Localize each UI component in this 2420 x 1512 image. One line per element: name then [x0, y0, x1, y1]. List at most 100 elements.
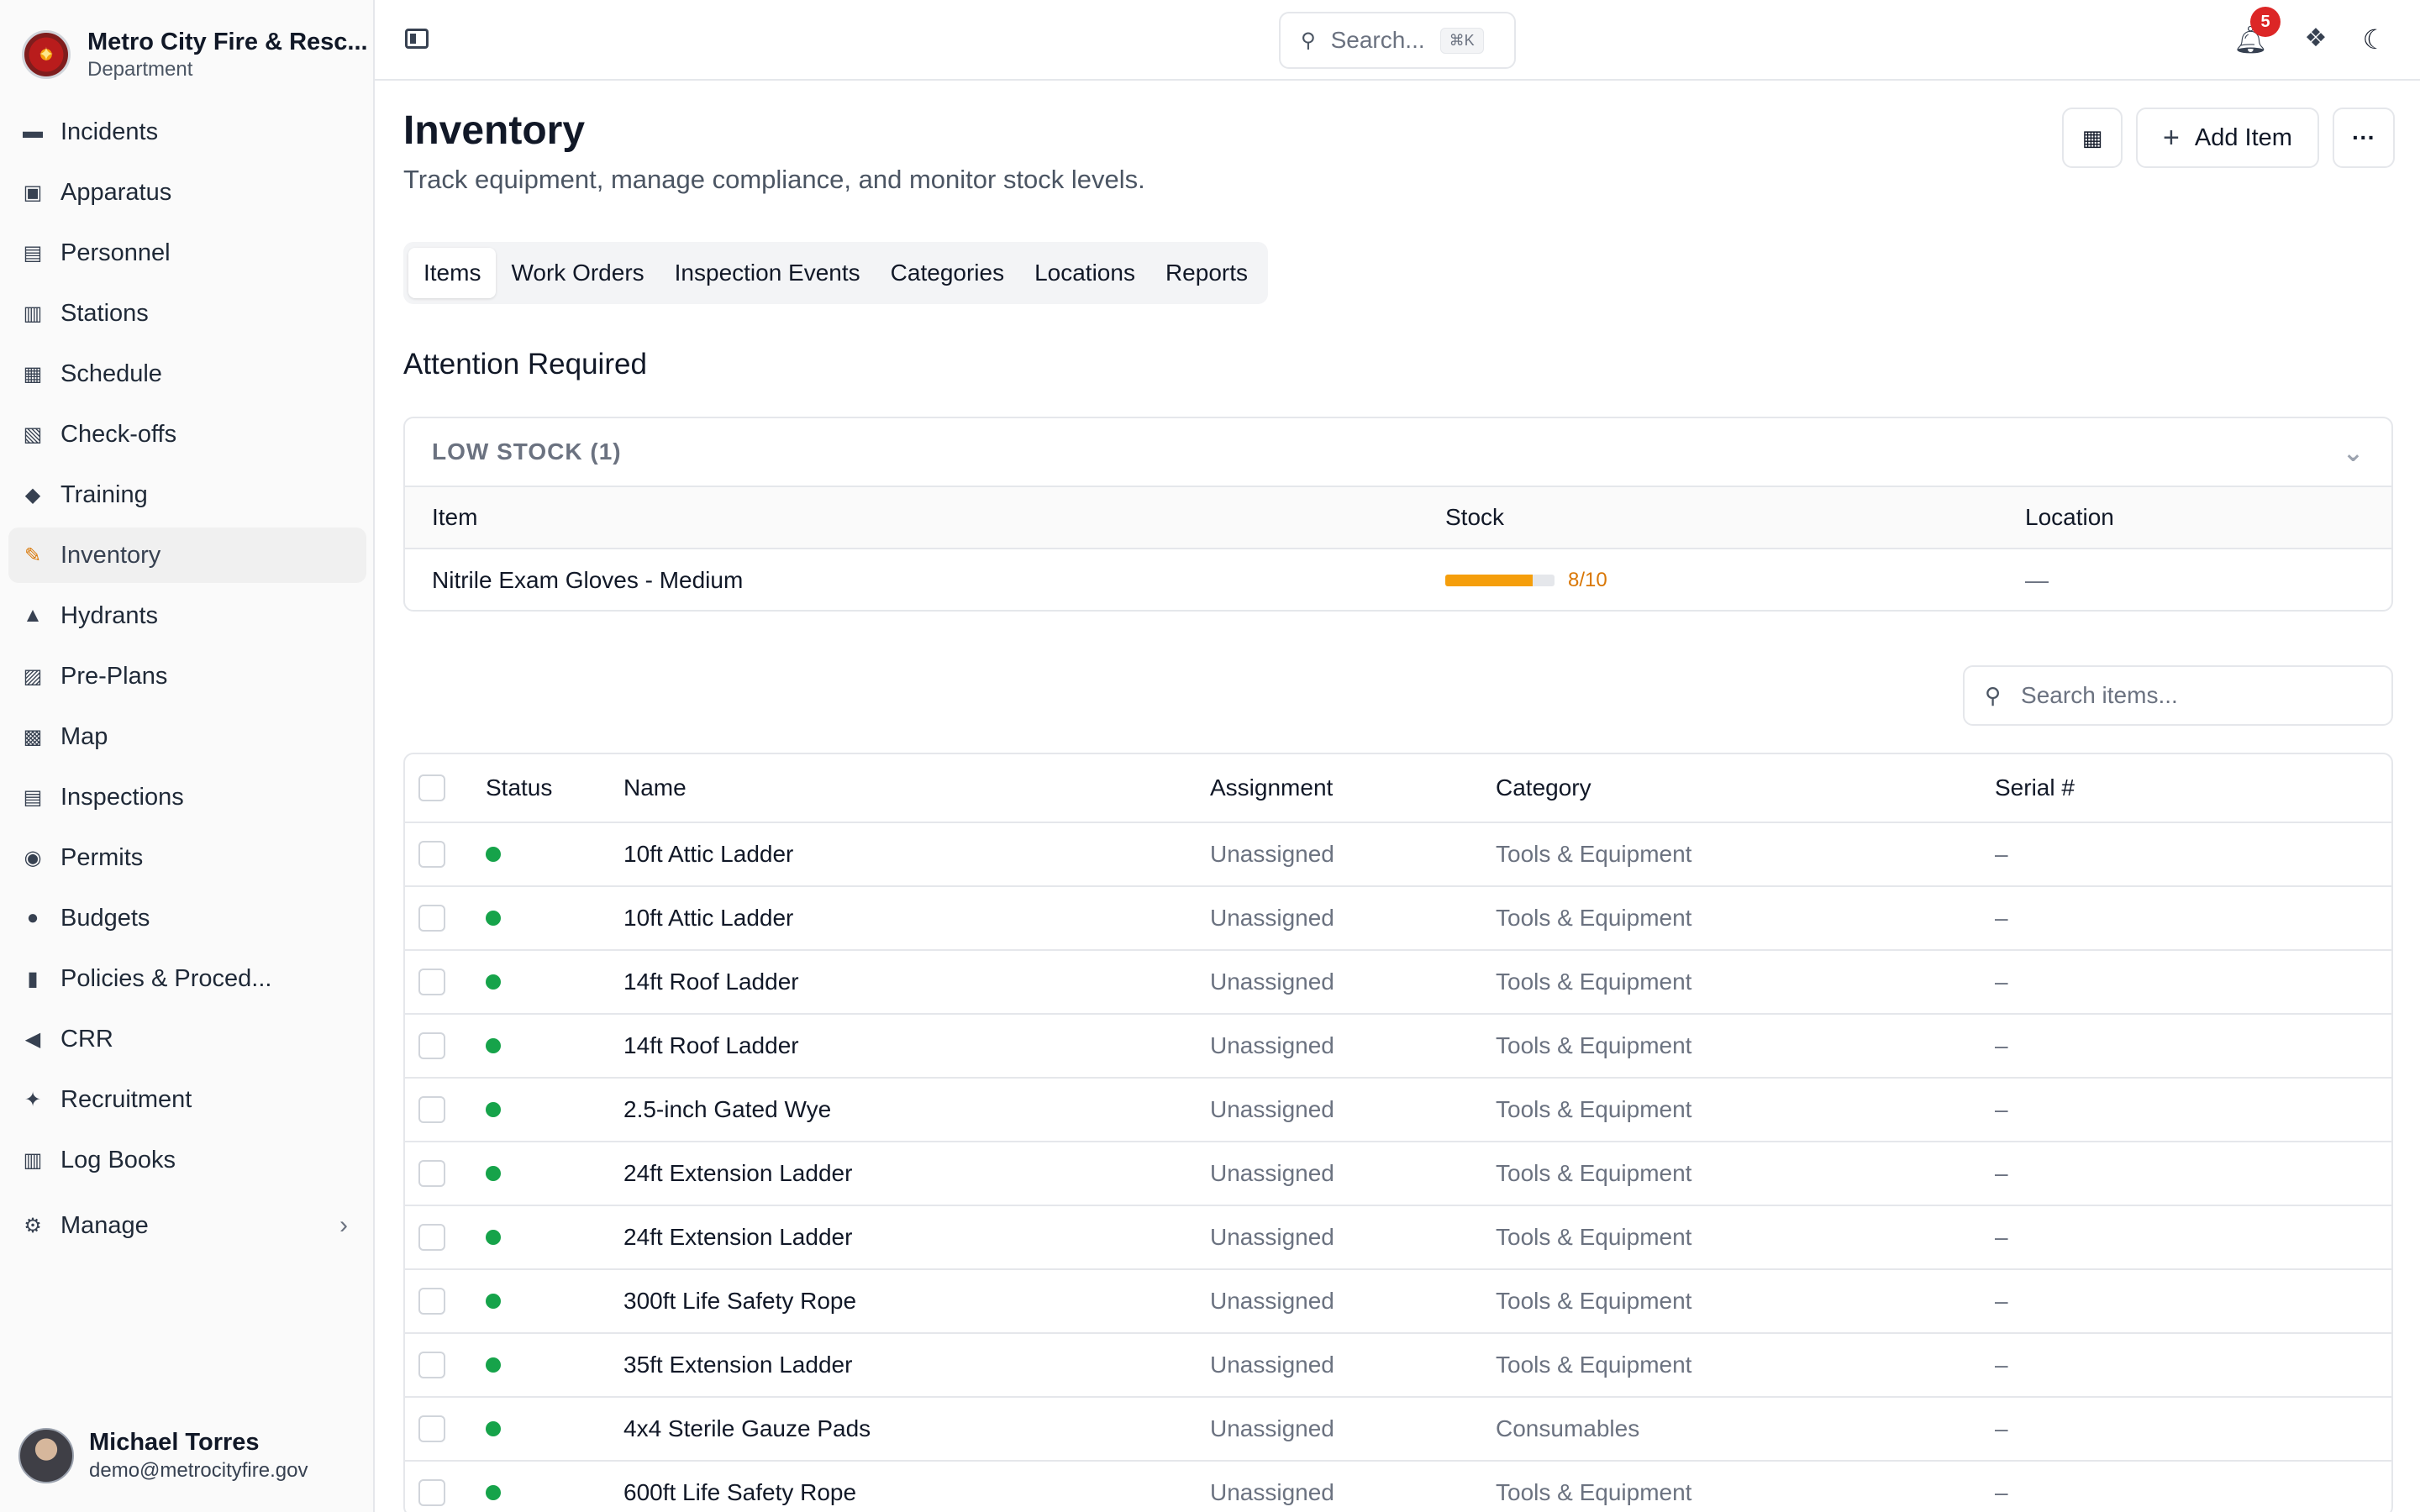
low-stock-row[interactable]: Nitrile Exam Gloves - Medium 8/10 —: [405, 549, 2391, 610]
tab-work-orders[interactable]: Work Orders: [496, 248, 659, 298]
sidebar-item-recruitment[interactable]: ✦ Recruitment: [8, 1072, 366, 1127]
tab-reports[interactable]: Reports: [1150, 248, 1263, 298]
sidebar-item-pre-plans[interactable]: ▨ Pre-Plans: [8, 648, 366, 704]
sidebar-toggle-icon[interactable]: [405, 29, 429, 49]
row-select-cell: [418, 823, 445, 885]
row-checkbox[interactable]: [418, 1479, 445, 1506]
table-row[interactable]: 14ft Roof Ladder Unassigned Tools & Equipm…: [405, 951, 2391, 1015]
table-row[interactable]: 2.5-inch Gated Wye Unassigned Tools & Equi…: [405, 1079, 2391, 1142]
lifebuoy-icon[interactable]: ❖: [2299, 24, 2333, 57]
table-row[interactable]: 300ft Life Safety Rope Unassigned Tools & …: [405, 1270, 2391, 1334]
sidebar-item-budgets[interactable]: ● Budgets: [8, 890, 366, 946]
schedule-icon: ▦: [23, 362, 43, 386]
sidebar-item-permits[interactable]: ◉ Permits: [8, 830, 366, 885]
sidebar-item-training[interactable]: ◆ Training: [8, 467, 366, 522]
row-checkbox[interactable]: [418, 1224, 445, 1251]
sidebar-item-inventory[interactable]: ✎ Inventory: [8, 528, 366, 583]
row-checkbox[interactable]: [418, 1032, 445, 1059]
item-category: Tools & Equipment: [1496, 841, 1692, 867]
item-name[interactable]: 10ft Attic Ladder: [623, 823, 793, 885]
plus-icon: +: [2163, 121, 2180, 154]
row-checkbox[interactable]: [418, 1160, 445, 1187]
table-row[interactable]: 14ft Roof Ladder Unassigned Tools & Equipm…: [405, 1015, 2391, 1079]
table-row[interactable]: 10ft Attic Ladder Unassigned Tools & Equip…: [405, 887, 2391, 951]
table-row[interactable]: 24ft Extension Ladder Unassigned Tools & E…: [405, 1142, 2391, 1206]
sidebar-item-apparatus[interactable]: ▣ Apparatus: [8, 165, 366, 220]
sidebar-item-log-books[interactable]: ▥ Log Books: [8, 1132, 366, 1188]
sidebar-item-crr[interactable]: ◀ CRR: [8, 1011, 366, 1067]
col-status[interactable]: Status: [486, 754, 552, 822]
col-name[interactable]: Name: [623, 754, 687, 822]
sidebar-item-check-offs[interactable]: ▧ Check-offs: [8, 407, 366, 462]
row-checkbox[interactable]: [418, 969, 445, 995]
item-name[interactable]: 35ft Extension Ladder: [623, 1334, 852, 1396]
sidebar-item-hydrants[interactable]: ▲ Hydrants: [8, 588, 366, 643]
item-assignment: Unassigned: [1210, 841, 1334, 867]
status-cell: [486, 1142, 501, 1205]
table-row[interactable]: 35ft Extension Ladder Unassigned Tools & E…: [405, 1334, 2391, 1398]
items-search-field[interactable]: ⚲: [1963, 665, 2393, 726]
moon-icon[interactable]: ☾: [2358, 24, 2391, 57]
item-name[interactable]: 2.5-inch Gated Wye: [623, 1079, 831, 1141]
item-category: Tools & Equipment: [1496, 1479, 1692, 1505]
items-search-input[interactable]: [2021, 682, 2375, 709]
global-search-label: Search...: [1330, 27, 1425, 53]
status-dot-icon: [486, 1038, 501, 1053]
org-switcher[interactable]: ✦ Metro City Fire & Resc... Department: [22, 25, 366, 84]
barcode-icon: ▦: [2081, 124, 2103, 150]
low-stock-header[interactable]: LOW STOCK (1) ⌄: [405, 418, 2391, 487]
item-assignment: Unassigned: [1210, 969, 1334, 995]
item-name[interactable]: 4x4 Sterile Gauze Pads: [623, 1398, 871, 1460]
item-name[interactable]: 10ft Attic Ladder: [623, 887, 793, 949]
item-serial: –: [1995, 1160, 2008, 1186]
tab-inspection-events[interactable]: Inspection Events: [660, 248, 876, 298]
sidebar-item-personnel[interactable]: ▤ Personnel: [8, 225, 366, 281]
table-row[interactable]: 24ft Extension Ladder Unassigned Tools & E…: [405, 1206, 2391, 1270]
item-name[interactable]: 14ft Roof Ladder: [623, 951, 799, 1013]
row-select-cell: [418, 1398, 445, 1460]
row-checkbox[interactable]: [418, 841, 445, 868]
sidebar-item-manage[interactable]: ⚙ Manage ›: [8, 1198, 366, 1253]
item-name[interactable]: 600ft Life Safety Rope: [623, 1462, 856, 1512]
row-checkbox[interactable]: [418, 1415, 445, 1442]
more-options-button[interactable]: ···: [2333, 108, 2395, 168]
row-checkbox[interactable]: [418, 1096, 445, 1123]
row-checkbox[interactable]: [418, 1352, 445, 1378]
tab-locations[interactable]: Locations: [1019, 248, 1150, 298]
tab-categories[interactable]: Categories: [876, 248, 1019, 298]
inventory-icon: ✎: [24, 543, 42, 567]
col-item: Item: [432, 504, 478, 530]
global-search-button[interactable]: ⚲ Search... ⌘K: [1279, 12, 1516, 69]
stations-icon: ▥: [23, 302, 43, 325]
sidebar-item-stations[interactable]: ▥ Stations: [8, 286, 366, 341]
sidebar-item-label: Inventory: [60, 541, 161, 569]
status-dot-icon: [486, 1230, 501, 1245]
col-assignment[interactable]: Assignment: [1210, 754, 1333, 822]
sidebar-item-incidents[interactable]: ▬ Incidents: [8, 104, 366, 160]
table-row[interactable]: 10ft Attic Ladder Unassigned Tools & Equip…: [405, 823, 2391, 887]
tab-items[interactable]: Items: [408, 248, 497, 298]
select-all-checkbox[interactable]: [418, 774, 445, 801]
item-serial: –: [1995, 1224, 2008, 1250]
item-name[interactable]: 14ft Roof Ladder: [623, 1015, 799, 1077]
row-checkbox[interactable]: [418, 1288, 445, 1315]
table-row[interactable]: 4x4 Sterile Gauze Pads Unassigned Consumab…: [405, 1398, 2391, 1462]
item-name[interactable]: 24ft Extension Ladder: [623, 1206, 852, 1268]
status-cell: [486, 1206, 501, 1268]
table-row[interactable]: 600ft Life Safety Rope Unassigned Tools & …: [405, 1462, 2391, 1512]
scan-barcode-button[interactable]: ▦: [2062, 108, 2123, 168]
sidebar-item-map[interactable]: ▩ Map: [8, 709, 366, 764]
row-checkbox[interactable]: [418, 905, 445, 932]
col-serial[interactable]: Serial #: [1995, 754, 2075, 822]
sidebar-item-inspections[interactable]: ▤ Inspections: [8, 769, 366, 825]
item-name[interactable]: 300ft Life Safety Rope: [623, 1270, 856, 1332]
add-item-button[interactable]: + Add Item: [2136, 108, 2319, 168]
training-icon: ◆: [24, 483, 41, 507]
sidebar-item-policies-proced[interactable]: ▮ Policies & Proced...: [8, 951, 366, 1006]
col-category[interactable]: Category: [1496, 754, 1591, 822]
sidebar-item-schedule[interactable]: ▦ Schedule: [8, 346, 366, 402]
status-cell: [486, 887, 501, 949]
user-menu[interactable]: Michael Torres demo@metrocityfire.gov: [18, 1428, 308, 1483]
col-location: Location: [2025, 504, 2114, 530]
item-name[interactable]: 24ft Extension Ladder: [623, 1142, 852, 1205]
